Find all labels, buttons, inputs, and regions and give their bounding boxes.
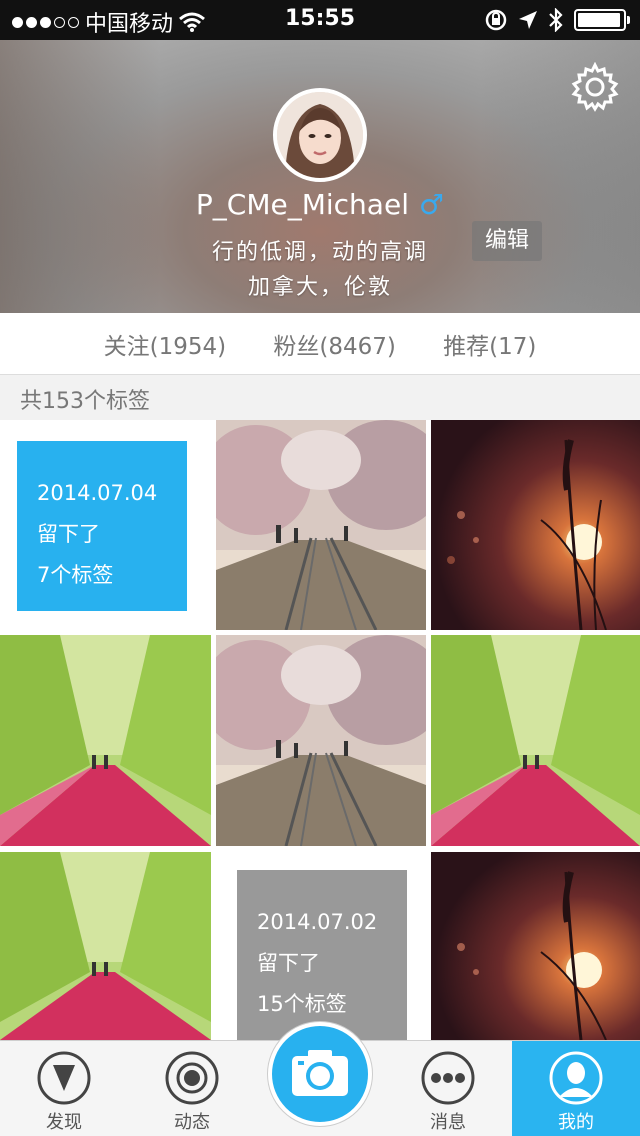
profile-header: P_CMe_Michael ♂ 行的低调，动的高调 加拿大，伦敦 编辑 <box>0 40 640 313</box>
forest-path-photo <box>0 852 211 1040</box>
tab-messages[interactable]: 消息 <box>384 1041 512 1136</box>
avatar-photo <box>277 92 363 178</box>
status-right <box>484 8 630 32</box>
photo-forest-path-1[interactable] <box>0 635 211 846</box>
photo-sunset-2[interactable] <box>431 852 640 1040</box>
tab-feed-label: 动态 <box>174 1112 210 1133</box>
camera-button[interactable] <box>268 1022 372 1126</box>
photo-railway-1[interactable] <box>216 420 426 630</box>
bluetooth-icon <box>549 8 563 32</box>
bio-location: 加拿大，伦敦 <box>247 275 392 300</box>
username: P_CMe_Michael <box>195 188 409 221</box>
discover-compass-icon <box>37 1051 91 1105</box>
forest-path-photo <box>431 635 640 846</box>
railway-photo <box>216 635 426 846</box>
me-user-icon <box>549 1051 603 1105</box>
username-row: P_CMe_Michael ♂ <box>0 188 640 221</box>
male-gender-icon: ♂ <box>418 188 445 221</box>
recommend-count[interactable]: 推荐(17) <box>443 327 536 361</box>
battery-level <box>578 13 620 27</box>
status-bar: 中国移动 15:55 <box>0 0 640 40</box>
bio-line-1: 行的低调，动的高调 <box>211 240 428 265</box>
followers-count[interactable]: 粉丝(8467) <box>273 327 395 361</box>
following-count[interactable]: 关注(1954) <box>104 327 226 361</box>
tab-messages-label: 消息 <box>430 1112 466 1133</box>
card-tag-count: 15个标签 <box>257 992 347 1016</box>
photo-railway-2[interactable] <box>216 635 426 846</box>
card-left-label: 留下了 <box>37 522 100 546</box>
tab-feed[interactable]: 动态 <box>128 1041 256 1136</box>
card-date: 2014.07.02 <box>257 910 378 934</box>
battery-icon <box>574 9 630 31</box>
feed-target-icon <box>165 1051 219 1105</box>
tab-me[interactable]: 我的 <box>512 1041 640 1136</box>
location-icon <box>519 11 537 29</box>
tag-total-label: 共153个标签 <box>20 389 150 414</box>
tab-discover-label: 发现 <box>46 1112 82 1133</box>
avatar[interactable] <box>273 88 367 182</box>
tab-discover[interactable]: 发现 <box>0 1041 128 1136</box>
settings-gear-icon[interactable] <box>570 62 620 112</box>
sunset-photo <box>431 852 640 1040</box>
card-tag-count: 7个标签 <box>37 563 114 587</box>
messages-ellipsis-icon <box>421 1051 475 1105</box>
railway-photo <box>216 420 426 630</box>
tab-me-label: 我的 <box>558 1112 594 1133</box>
card-left-label: 留下了 <box>257 951 320 975</box>
camera-icon <box>292 1050 348 1096</box>
photo-forest-path-3[interactable] <box>0 852 211 1040</box>
card-date: 2014.07.04 <box>37 481 158 505</box>
rotation-lock-icon <box>485 9 507 31</box>
date-card-2014-07-04[interactable]: 2014.07.04 留下了 7个标签 <box>17 441 187 611</box>
stats-bar: 关注(1954) 粉丝(8467) 推荐(17) <box>0 313 640 375</box>
date-card-2014-07-02[interactable]: 2014.07.02 留下了 15个标签 <box>237 870 407 1040</box>
photo-sunset-1[interactable] <box>431 420 640 630</box>
sunset-photo <box>431 420 640 630</box>
photo-forest-path-2[interactable] <box>431 635 640 846</box>
forest-path-photo <box>0 635 211 846</box>
edit-profile-button[interactable]: 编辑 <box>472 221 542 261</box>
